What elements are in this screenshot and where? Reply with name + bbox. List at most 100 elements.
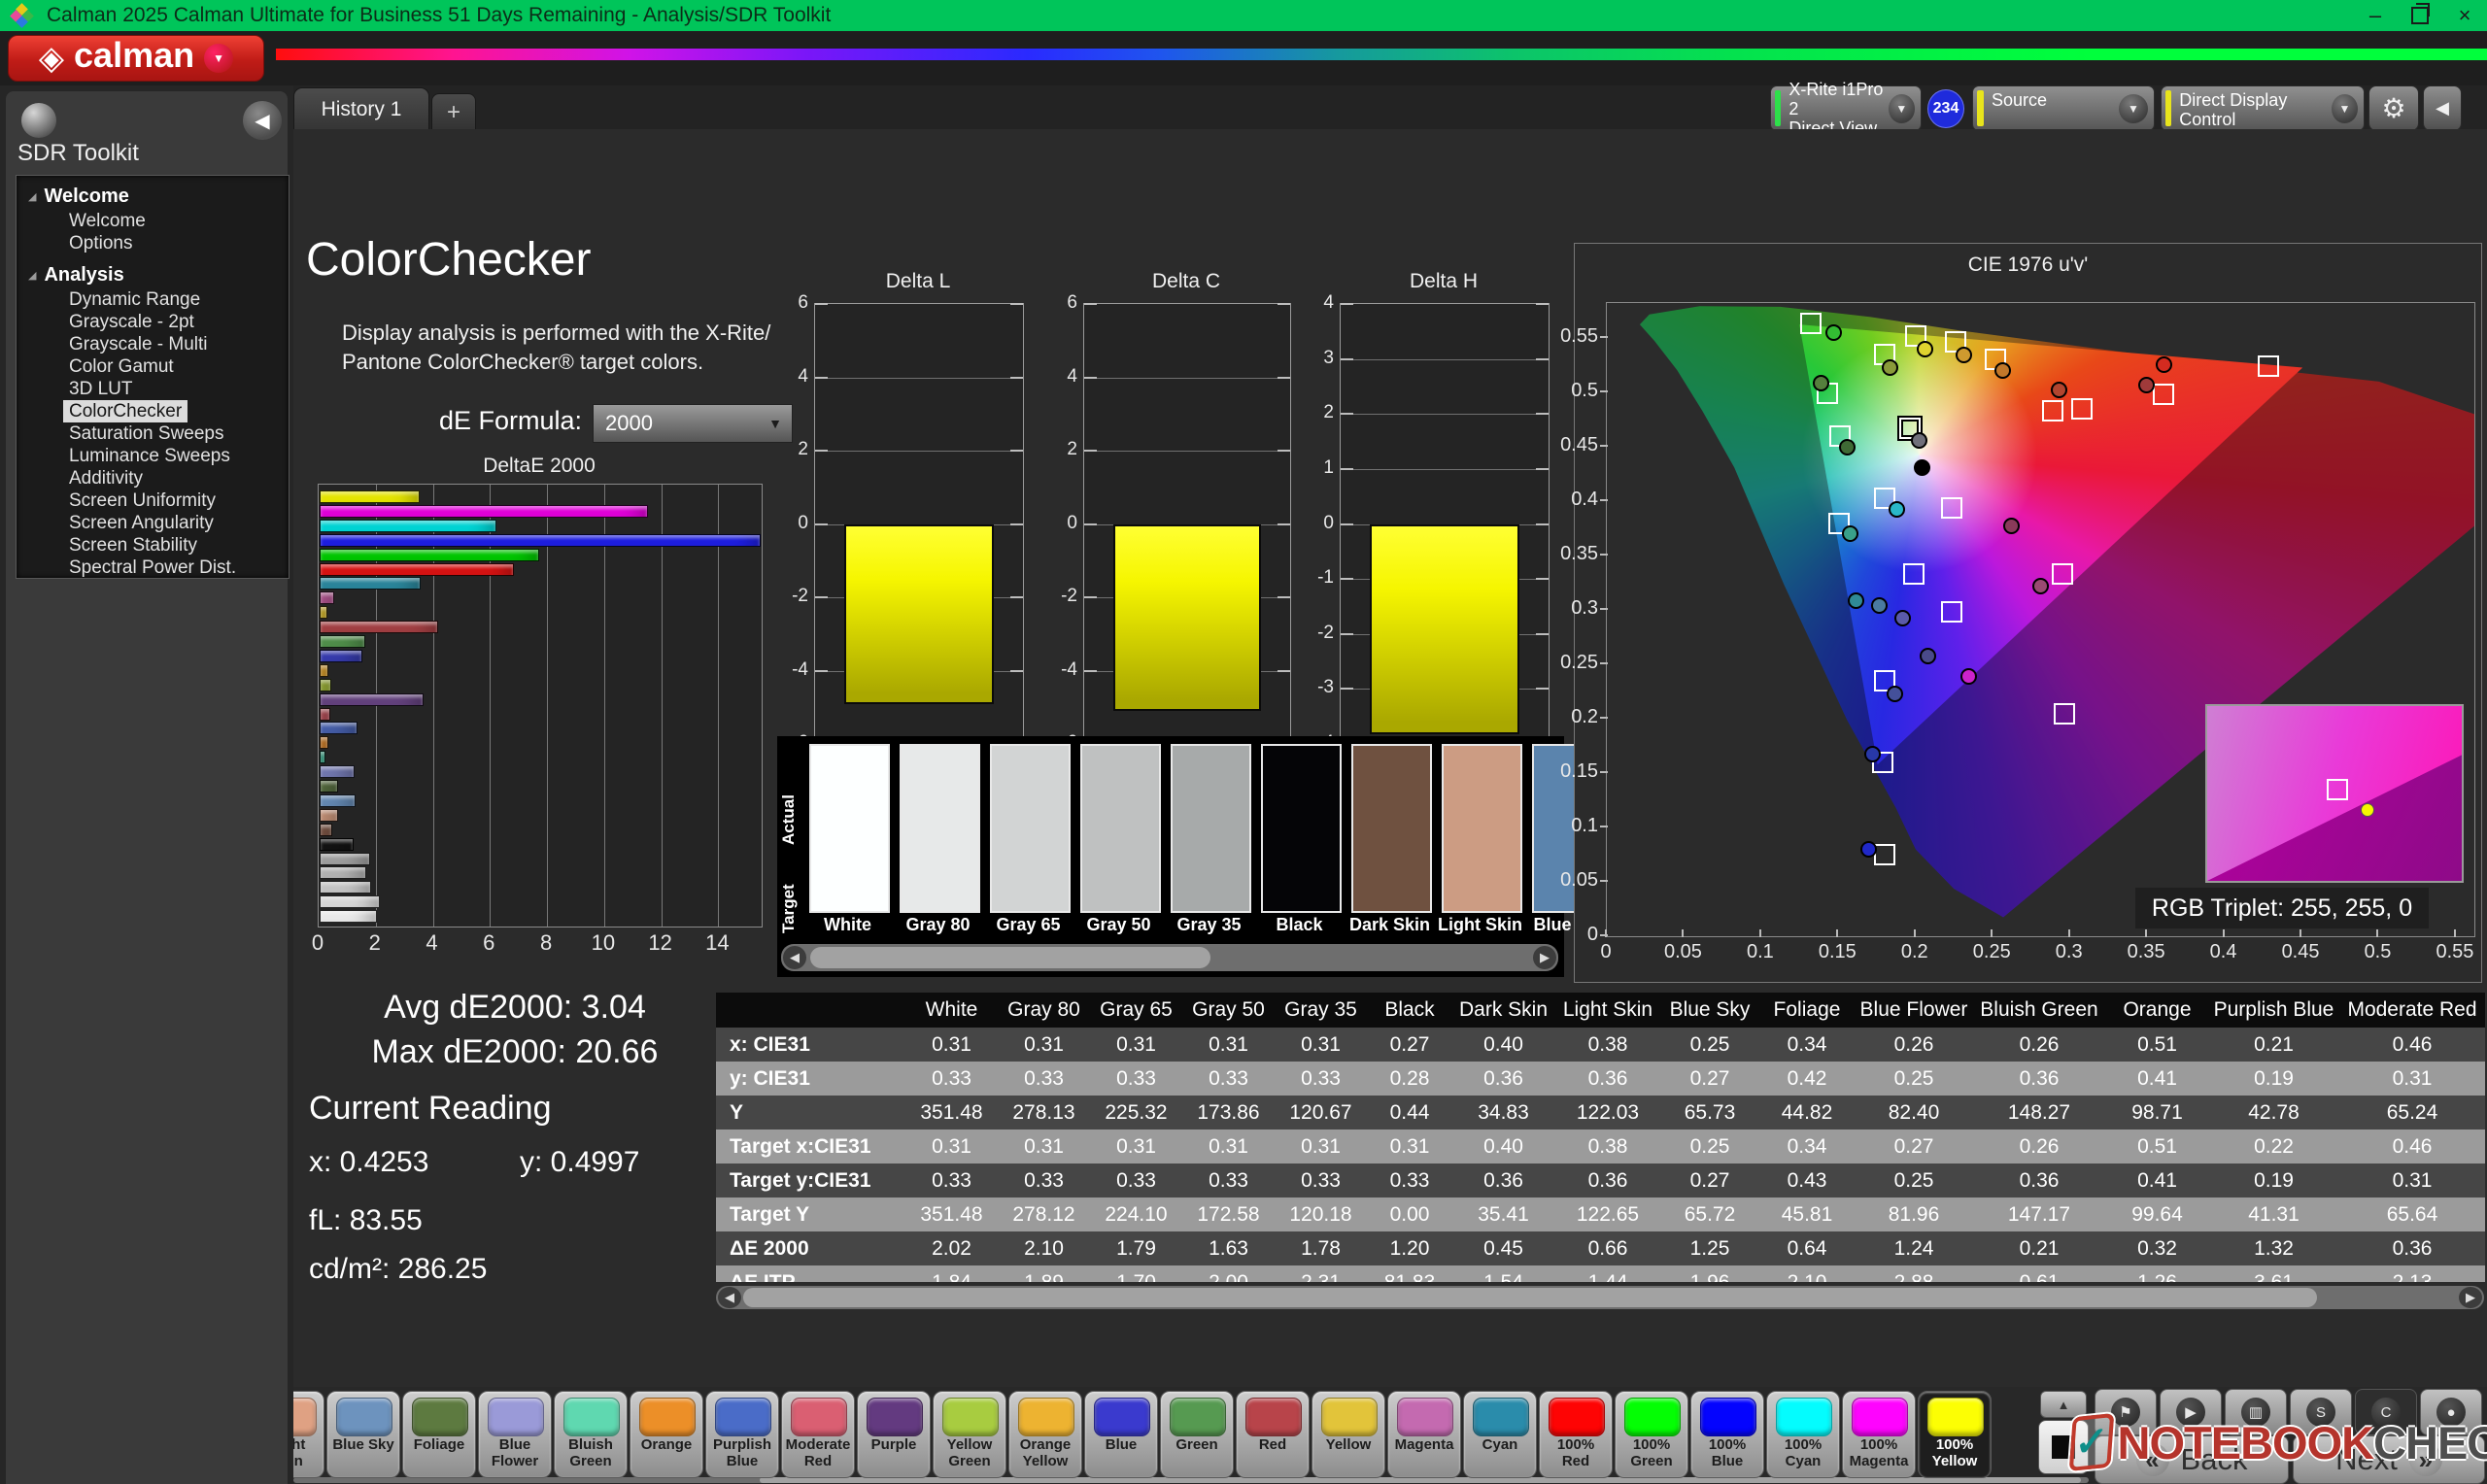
display-control-dropdown[interactable]: Direct Display Control ▼ bbox=[2161, 85, 2365, 131]
pattern-button-cyan[interactable]: Cyan bbox=[1463, 1391, 1537, 1478]
nav-icon-button-2[interactable]: ▥ bbox=[2225, 1389, 2287, 1435]
sidebar-item-dynamic-range[interactable]: Dynamic Range bbox=[63, 288, 206, 311]
de-bar-red bbox=[320, 621, 438, 633]
sidebar-sphere-button[interactable] bbox=[21, 103, 56, 138]
pattern-button-100-green[interactable]: 100% Green bbox=[1615, 1391, 1688, 1478]
table-cell: 0.34 bbox=[1758, 1028, 1856, 1062]
pattern-button-green[interactable]: Green bbox=[1160, 1391, 1234, 1478]
pattern-window-button[interactable] bbox=[2038, 1420, 2089, 1474]
pattern-label: Blue Flower bbox=[481, 1436, 549, 1469]
close-button[interactable]: × bbox=[2442, 0, 2487, 31]
restore-button[interactable] bbox=[2398, 0, 2442, 31]
pattern-button-100-yellow[interactable]: 100% Yellow bbox=[1918, 1391, 1992, 1478]
nav-icon-button-4[interactable]: C bbox=[2355, 1389, 2417, 1435]
sidebar-item-saturation-sweeps[interactable]: Saturation Sweeps bbox=[63, 422, 230, 445]
table-cell: 0.41 bbox=[2106, 1164, 2208, 1197]
deltae-axis-tick: 6 bbox=[483, 930, 494, 956]
sidebar-item-colorchecker[interactable]: ColorChecker bbox=[63, 400, 187, 422]
pattern-button-orange-yellow[interactable]: Orange Yellow bbox=[1008, 1391, 1082, 1478]
pattern-scroll-up-button[interactable]: ▲ bbox=[2040, 1391, 2087, 1418]
swatch-scrollbar[interactable]: ◀ ▶ bbox=[781, 944, 1558, 971]
sidebar-item-screen-stability[interactable]: Screen Stability bbox=[63, 534, 203, 556]
sidebar-item-additivity[interactable]: Additivity bbox=[63, 467, 149, 489]
sidebar-item-grayscale-2pt[interactable]: Grayscale - 2pt bbox=[63, 311, 200, 333]
swatch-scroll-right-icon[interactable]: ▶ bbox=[1533, 946, 1556, 969]
gridline bbox=[718, 485, 719, 927]
pattern-button-blue-flower[interactable]: Blue Flower bbox=[478, 1391, 552, 1478]
tree-expander-icon[interactable]: ◢ bbox=[28, 190, 36, 203]
next-button[interactable]: Next » bbox=[2293, 1435, 2485, 1484]
pattern-button-100-cyan[interactable]: 100% Cyan bbox=[1766, 1391, 1840, 1478]
de-bar-purplish-blue bbox=[320, 722, 358, 734]
table-cell: 35.41 bbox=[1452, 1197, 1554, 1231]
pattern-button-light-skin[interactable]: Light Skin bbox=[293, 1391, 324, 1478]
pattern-label: Bluish Green bbox=[557, 1436, 625, 1469]
swatch-scroll-thumb[interactable] bbox=[810, 947, 1210, 968]
pattern-button-purple[interactable]: Purple bbox=[857, 1391, 931, 1478]
cie-chart-title: CIE 1976 u'v' bbox=[1575, 253, 2481, 277]
gridline bbox=[1084, 451, 1290, 452]
sidebar-item-screen-uniformity[interactable]: Screen Uniformity bbox=[63, 489, 221, 512]
sidebar-item-color-gamut[interactable]: Color Gamut bbox=[63, 355, 180, 378]
nav-icon-button-1[interactable]: ▶ bbox=[2160, 1389, 2222, 1435]
pattern-button-yellow-green[interactable]: Yellow Green bbox=[933, 1391, 1006, 1478]
gridline bbox=[815, 451, 1023, 452]
sidebar-collapse-button[interactable]: ◀ bbox=[243, 101, 282, 140]
tick bbox=[1600, 554, 1608, 556]
de-formula-dropdown[interactable]: 2000 ▼ bbox=[593, 404, 793, 443]
pattern-button-blue[interactable]: Blue bbox=[1084, 1391, 1158, 1478]
swatch-scroll-left-icon[interactable]: ◀ bbox=[783, 946, 806, 969]
pattern-button-yellow[interactable]: Yellow bbox=[1312, 1391, 1385, 1478]
table-scrollbar[interactable]: ◀ ▶ bbox=[716, 1286, 2484, 1309]
minimize-button[interactable]: – bbox=[2353, 0, 2398, 31]
pattern-button-moderate-red[interactable]: Moderate Red bbox=[781, 1391, 855, 1478]
nav-icon-button-0[interactable]: ⚑ bbox=[2095, 1389, 2157, 1435]
nav-icon-button-5[interactable]: ● bbox=[2420, 1389, 2482, 1435]
settings-button[interactable]: ⚙ bbox=[2368, 85, 2419, 131]
sidebar-item-3d-lut[interactable]: 3D LUT bbox=[63, 378, 138, 400]
tab-add-button[interactable]: + bbox=[431, 93, 476, 131]
pattern-button-bluish-green[interactable]: Bluish Green bbox=[554, 1391, 628, 1478]
nav-icon-button-3[interactable]: S bbox=[2290, 1389, 2352, 1435]
sidebar-item-options[interactable]: Options bbox=[63, 232, 138, 254]
back-button[interactable]: « Back bbox=[2095, 1435, 2289, 1484]
table-cell: 147.17 bbox=[1972, 1197, 2106, 1231]
pattern-button-100-magenta[interactable]: 100% Magenta bbox=[1842, 1391, 1916, 1478]
sidebar-item-spectral-power-dist[interactable]: Spectral Power Dist. bbox=[63, 556, 242, 579]
pattern-button-red[interactable]: Red bbox=[1236, 1391, 1310, 1478]
pattern-button-purplish-blue[interactable]: Purplish Blue bbox=[705, 1391, 779, 1478]
pattern-button-100-blue[interactable]: 100% Blue bbox=[1690, 1391, 1764, 1478]
column-header-foliage: Foliage bbox=[1758, 993, 1856, 1028]
panel-collapse-button[interactable]: ◀ bbox=[2423, 85, 2462, 131]
table-scroll-thumb[interactable] bbox=[743, 1288, 2317, 1307]
table-cell: 1.78 bbox=[1275, 1231, 1367, 1265]
cie-measurement-dot bbox=[1860, 841, 1877, 858]
pattern-button-foliage[interactable]: Foliage bbox=[402, 1391, 476, 1478]
sidebar-item-grayscale-multi[interactable]: Grayscale - Multi bbox=[63, 333, 214, 355]
tick bbox=[1536, 303, 1549, 305]
brand-dropdown-icon[interactable]: ▼ bbox=[204, 44, 233, 73]
sidebar-item-screen-angularity[interactable]: Screen Angularity bbox=[63, 512, 220, 534]
pattern-button-100-red[interactable]: 100% Red bbox=[1539, 1391, 1613, 1478]
measurement-table: WhiteGray 80Gray 65Gray 50Gray 35BlackDa… bbox=[716, 993, 2487, 1282]
tree-expander-icon[interactable]: ◢ bbox=[28, 269, 36, 282]
pattern-button-orange[interactable]: Orange bbox=[630, 1391, 703, 1478]
meter-dropdown[interactable]: X-Rite i1Pro 2Direct View ▼ bbox=[1770, 85, 1922, 131]
calman-menu-button[interactable]: ◈ calman ▼ bbox=[8, 35, 264, 82]
sidebar-item-welcome[interactable]: Welcome bbox=[63, 210, 152, 232]
tree-section-welcome[interactable]: ◢Welcome bbox=[28, 186, 289, 208]
sidebar-item-luminance-sweeps[interactable]: Luminance Sweeps bbox=[63, 445, 236, 467]
display-dropdown-arrow-icon[interactable]: ▼ bbox=[2332, 94, 2358, 123]
pattern-button-blue-sky[interactable]: Blue Sky bbox=[326, 1391, 400, 1478]
meter-dropdown-arrow-icon[interactable]: ▼ bbox=[1889, 94, 1915, 123]
table-scroll-left-icon[interactable]: ◀ bbox=[718, 1287, 741, 1308]
table-scroll-right-icon[interactable]: ▶ bbox=[2459, 1287, 2482, 1308]
tab-history-1[interactable]: History 1 bbox=[293, 87, 429, 130]
pattern-button-magenta[interactable]: Magenta bbox=[1387, 1391, 1461, 1478]
source-dropdown-arrow-icon[interactable]: ▼ bbox=[2119, 94, 2148, 123]
mini-chart-title-delta-c: Delta C bbox=[1083, 270, 1289, 293]
swatch-gray-50 bbox=[1080, 744, 1161, 913]
table-cell: 45.81 bbox=[1758, 1197, 1856, 1231]
source-dropdown[interactable]: Source ▼ bbox=[1972, 85, 2155, 131]
tree-section-analysis[interactable]: ◢Analysis bbox=[28, 264, 289, 287]
